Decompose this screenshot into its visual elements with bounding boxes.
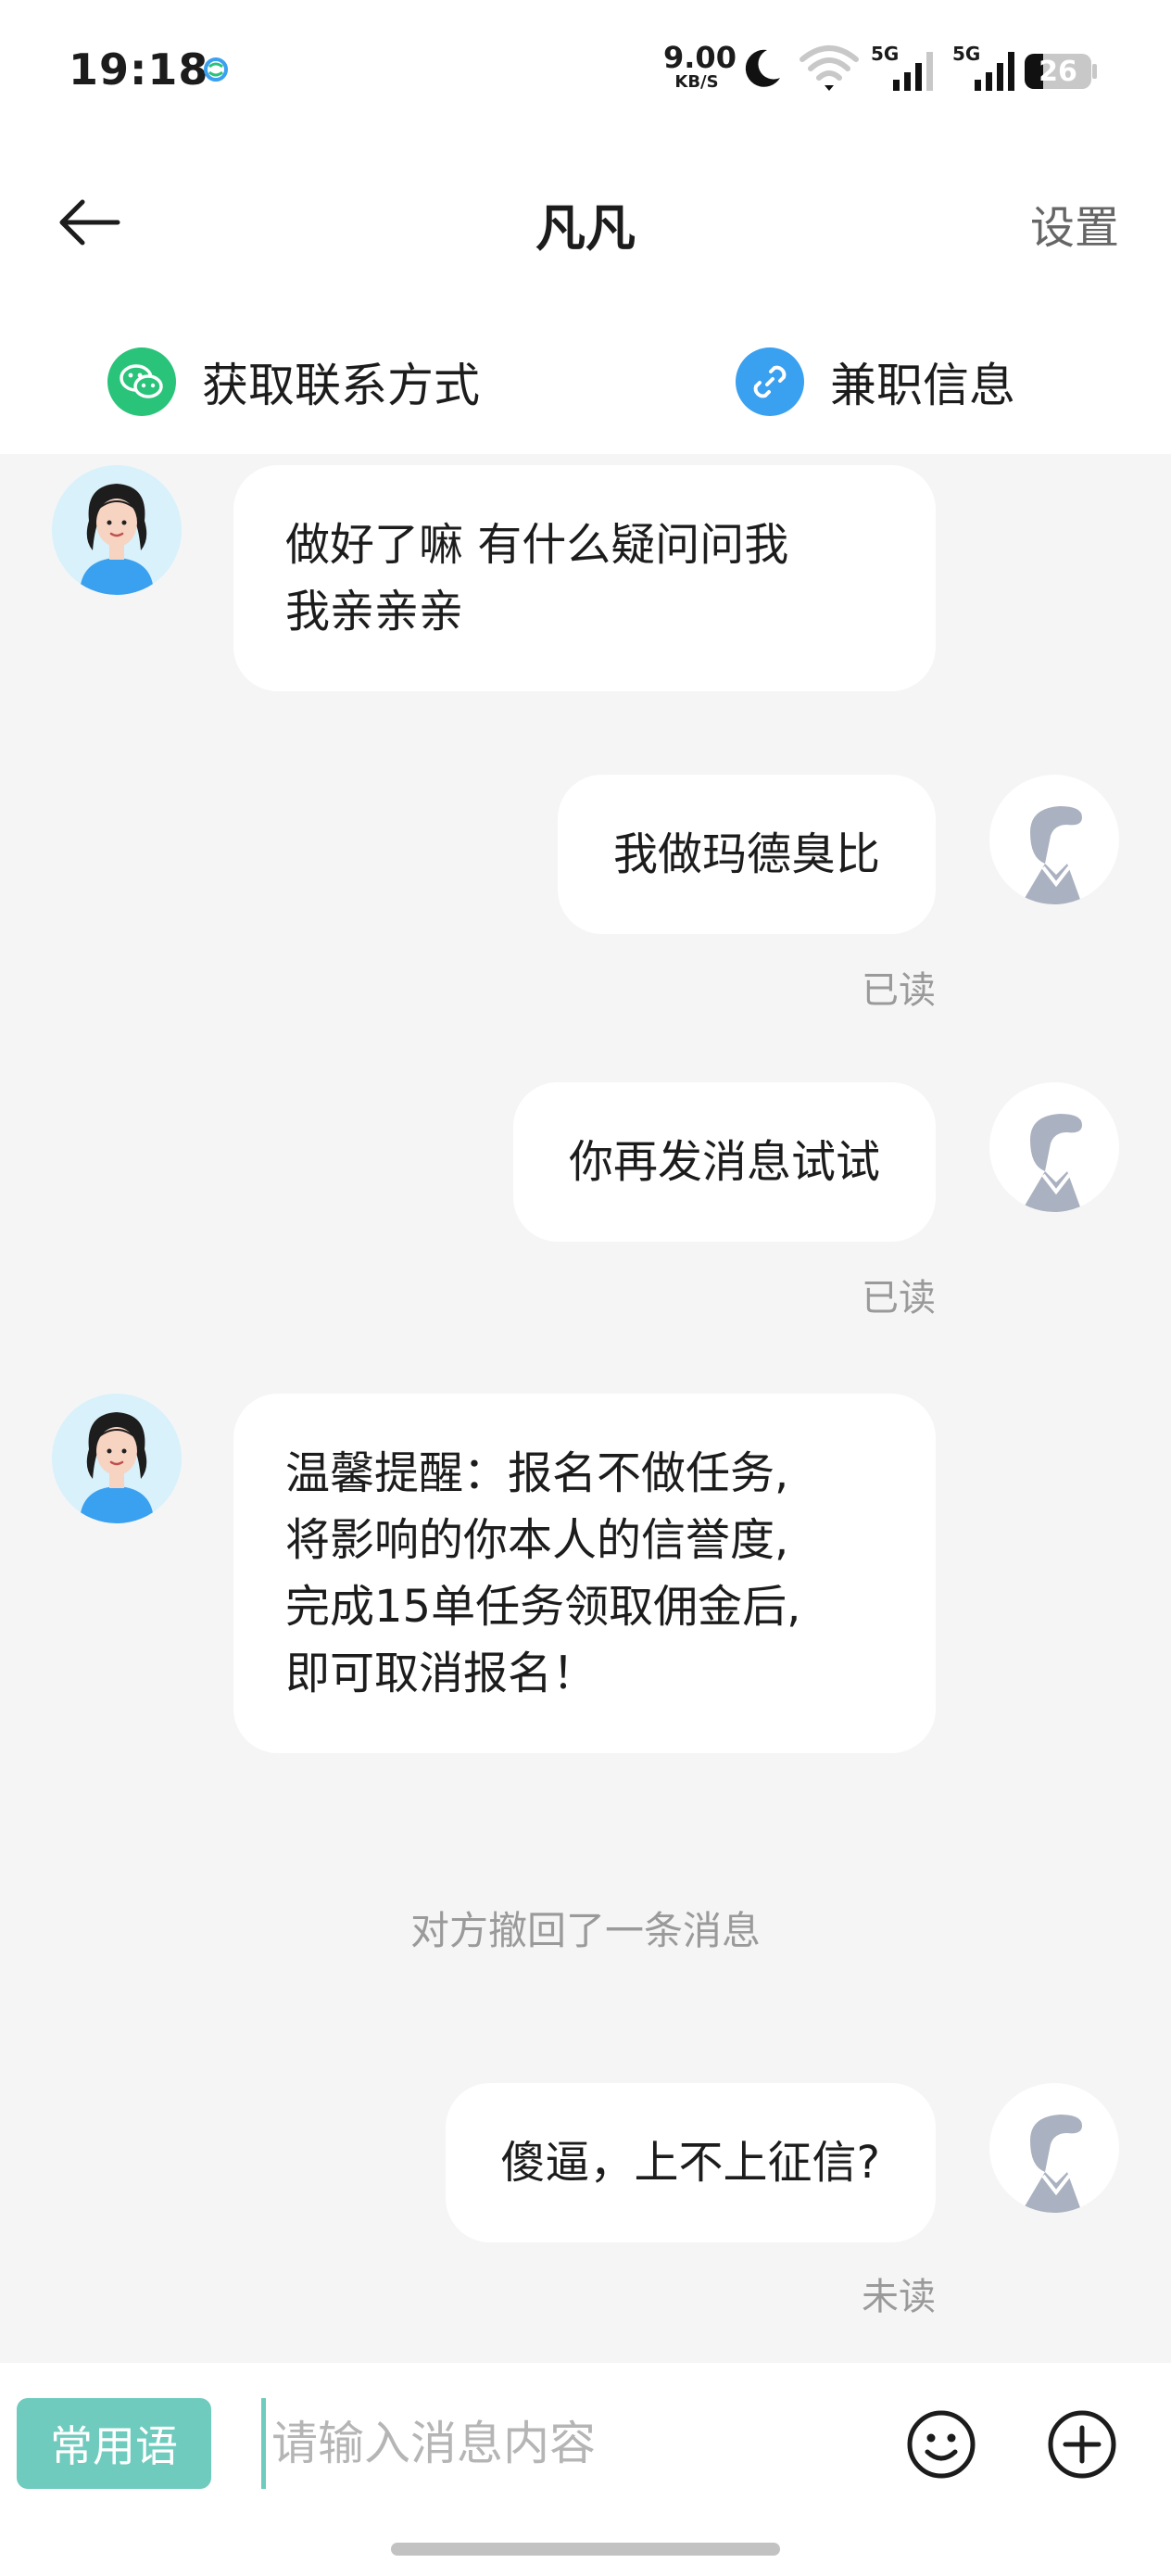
network-speed-unit: KB/S	[674, 72, 719, 92]
part-time-info-label: 兼职信息	[830, 359, 1015, 412]
message-bubble[interactable]: 温馨提醒：报名不做任务, 将影响的你本人的信誉度, 完成15单任务领取佣金后, …	[233, 1394, 936, 1753]
message-bubble[interactable]: 你再发消息试试	[512, 1082, 936, 1242]
message-bubble[interactable]: 我做玛德臭比	[557, 775, 936, 934]
more-button[interactable]	[1045, 2407, 1119, 2481]
link-icon	[736, 347, 804, 416]
wechat-icon	[107, 347, 176, 416]
read-status: 未读	[862, 2276, 936, 2318]
status-bar: 19:18 9.00 KB/S 5G 5G 26	[0, 0, 1171, 139]
message-bubble[interactable]: 傻逼，上不上征信?	[445, 2083, 936, 2242]
part-time-info-button[interactable]: 兼职信息	[736, 347, 1015, 417]
carrier-icon	[204, 57, 228, 82]
network-speed-value: 9.00	[663, 40, 737, 75]
woman-avatar-icon	[80, 1412, 154, 1523]
input-bar: 常用语	[0, 2363, 1171, 2576]
home-indicator[interactable]	[391, 2543, 780, 2556]
common-phrases-button[interactable]: 常用语	[17, 2398, 211, 2489]
signal-icon-1: 5G	[871, 41, 941, 96]
network-speed: 9.00 KB/S	[663, 40, 737, 92]
get-contact-label: 获取联系方式	[202, 359, 480, 412]
recall-notice: 对方撤回了一条消息	[409, 1908, 761, 1953]
emoji-button[interactable]	[904, 2407, 978, 2481]
read-status: 已读	[862, 1277, 936, 1320]
read-status: 已读	[862, 969, 936, 1012]
settings-button[interactable]: 设置	[1030, 191, 1119, 256]
user-avatar[interactable]	[989, 1082, 1119, 1212]
status-time: 19:18	[69, 44, 209, 95]
woman-avatar-icon	[80, 484, 154, 595]
user-avatar-icon	[1021, 2115, 1082, 2213]
message-bubble[interactable]: 做好了嘛 有什么疑问问我 我亲亲亲	[233, 465, 936, 691]
user-avatar[interactable]	[989, 2083, 1119, 2213]
contact-avatar[interactable]	[52, 465, 182, 595]
plus-circle-icon	[1048, 2410, 1116, 2479]
contact-avatar[interactable]	[52, 1394, 182, 1523]
chat-area[interactable]: 做好了嘛 有什么疑问问我 我亲亲亲 我做玛德臭比 已读 你再发消息试试 已读 温…	[0, 454, 1171, 2363]
user-avatar[interactable]	[989, 775, 1119, 904]
user-avatar-icon	[1021, 1114, 1082, 1212]
user-avatar-icon	[1021, 806, 1082, 904]
do-not-disturb-icon	[745, 49, 780, 87]
battery-icon: 26	[1025, 41, 1099, 96]
smiley-icon	[907, 2410, 976, 2479]
get-contact-button[interactable]: 获取联系方式	[107, 347, 480, 417]
message-input[interactable]	[261, 2398, 873, 2489]
battery-level: 26	[1039, 56, 1077, 88]
page-title: 凡凡	[535, 199, 636, 258]
quick-actions: 获取联系方式 兼职信息	[0, 306, 1171, 454]
nav-bar: 凡凡 设置	[0, 139, 1171, 306]
wifi-icon	[800, 45, 859, 91]
signal-icon-2: 5G	[952, 41, 1023, 96]
